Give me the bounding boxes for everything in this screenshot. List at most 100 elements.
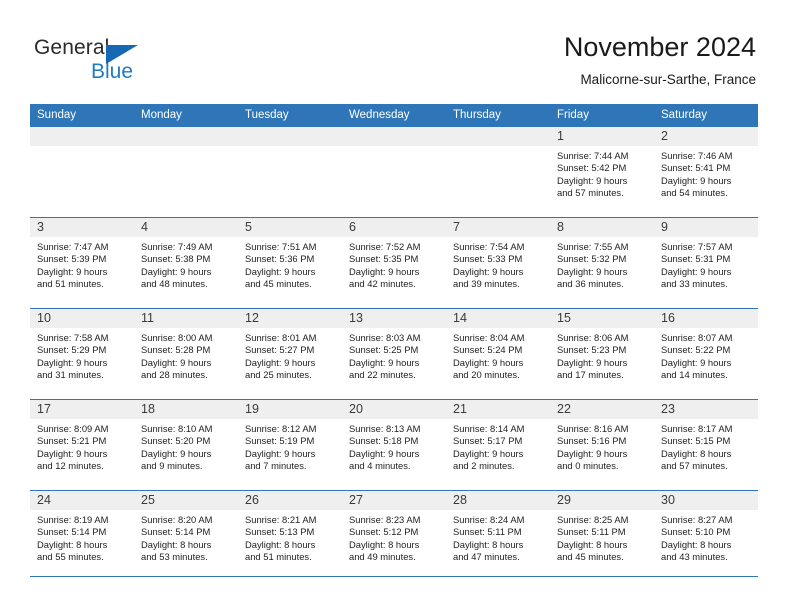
calendar-cell-empty — [446, 126, 550, 218]
calendar-day-cell[interactable]: 11 Sunrise: 8:00 AM Sunset: 5:28 PM Dayligh… — [134, 308, 238, 400]
sunrise-time: Sunrise: 8:00 AM — [141, 332, 213, 343]
day-number: 5 — [238, 218, 342, 237]
daylight-duration-line1: Daylight: 9 hours — [557, 356, 628, 368]
calendar-cell-empty — [342, 126, 446, 218]
sunset-time: Sunset: 5:39 PM — [37, 253, 107, 265]
calendar-day-cell[interactable]: 20 Sunrise: 8:13 AM Sunset: 5:18 PM Dayligh… — [342, 399, 446, 491]
sunrise-time: Sunrise: 7:47 AM — [37, 241, 109, 252]
day-number: 16 — [654, 309, 758, 328]
calendar-day-cell[interactable]: 14 Sunrise: 8:04 AM Sunset: 5:24 PM Dayligh… — [446, 308, 550, 400]
daylight-duration-line2: and 45 minutes. — [557, 551, 624, 563]
day-number: 11 — [134, 309, 238, 328]
daylight-duration-line2: and 33 minutes. — [661, 278, 728, 290]
calendar-day-cell[interactable]: 21 Sunrise: 8:14 AM Sunset: 5:17 PM Dayligh… — [446, 399, 550, 491]
calendar-day-cell[interactable]: 25 Sunrise: 8:20 AM Sunset: 5:14 PM Dayligh… — [134, 490, 238, 581]
day-details: Sunrise: 8:09 AM Sunset: 5:21 PM Daylight:… — [30, 419, 134, 473]
day-number: 2 — [654, 127, 758, 146]
day-number: 28 — [446, 491, 550, 510]
calendar-day-cell[interactable]: 16 Sunrise: 8:07 AM Sunset: 5:22 PM Dayligh… — [654, 308, 758, 400]
calendar-day-cell[interactable]: 2 Sunrise: 7:46 AM Sunset: 5:41 PM Daylight… — [654, 126, 758, 218]
calendar-day-cell[interactable]: 7 Sunrise: 7:54 AM Sunset: 5:33 PM Daylight… — [446, 217, 550, 309]
sunrise-time: Sunrise: 7:46 AM — [661, 150, 733, 161]
day-number: 23 — [654, 400, 758, 419]
calendar-day-cell[interactable]: 26 Sunrise: 8:21 AM Sunset: 5:13 PM Dayligh… — [238, 490, 342, 581]
day-details: Sunrise: 8:04 AM Sunset: 5:24 PM Daylight:… — [446, 328, 550, 382]
daylight-duration-line1: Daylight: 9 hours — [245, 356, 316, 368]
daylight-duration-line2: and 43 minutes. — [661, 551, 728, 563]
sunrise-time: Sunrise: 8:19 AM — [37, 514, 109, 525]
calendar-page: General Blue November 2024 Malicorne-sur… — [0, 0, 792, 612]
sunset-time: Sunset: 5:19 PM — [245, 435, 315, 447]
calendar-day-cell[interactable]: 30 Sunrise: 8:27 AM Sunset: 5:10 PM Dayligh… — [654, 490, 758, 581]
daylight-duration-line1: Daylight: 8 hours — [37, 538, 108, 550]
page-header: General Blue November 2024 Malicorne-sur… — [0, 0, 792, 104]
daylight-duration-line1: Daylight: 9 hours — [557, 174, 628, 186]
day-details: Sunrise: 8:20 AM Sunset: 5:14 PM Daylight:… — [134, 510, 238, 564]
sunrise-time: Sunrise: 8:20 AM — [141, 514, 213, 525]
day-number: 8 — [550, 218, 654, 237]
calendar-day-cell[interactable]: 17 Sunrise: 8:09 AM Sunset: 5:21 PM Dayligh… — [30, 399, 134, 491]
weekday-header-friday: Friday — [550, 104, 654, 127]
daylight-duration-line2: and 47 minutes. — [453, 551, 520, 563]
calendar-day-cell[interactable]: 28 Sunrise: 8:24 AM Sunset: 5:11 PM Dayligh… — [446, 490, 550, 581]
day-number: 22 — [550, 400, 654, 419]
day-number: 4 — [134, 218, 238, 237]
day-details: Sunrise: 7:54 AM Sunset: 5:33 PM Daylight:… — [446, 237, 550, 291]
sunset-time: Sunset: 5:38 PM — [141, 253, 211, 265]
calendar-day-cell[interactable]: 27 Sunrise: 8:23 AM Sunset: 5:12 PM Dayligh… — [342, 490, 446, 581]
sunrise-time: Sunrise: 8:16 AM — [557, 423, 629, 434]
sunrise-time: Sunrise: 8:27 AM — [661, 514, 733, 525]
calendar-week-row: 1 Sunrise: 7:44 AM Sunset: 5:42 PM Daylight… — [30, 126, 758, 218]
calendar-day-cell[interactable]: 19 Sunrise: 8:12 AM Sunset: 5:19 PM Dayligh… — [238, 399, 342, 491]
day-number — [134, 127, 238, 146]
calendar-day-cell[interactable]: 8 Sunrise: 7:55 AM Sunset: 5:32 PM Daylight… — [550, 217, 654, 309]
day-details: Sunrise: 8:23 AM Sunset: 5:12 PM Daylight:… — [342, 510, 446, 564]
day-number — [30, 127, 134, 146]
calendar-day-cell[interactable]: 22 Sunrise: 8:16 AM Sunset: 5:16 PM Dayligh… — [550, 399, 654, 491]
brand-logo[interactable]: General Blue — [34, 36, 214, 90]
day-details: Sunrise: 8:21 AM Sunset: 5:13 PM Daylight:… — [238, 510, 342, 564]
sunrise-time: Sunrise: 7:44 AM — [557, 150, 629, 161]
sunset-time: Sunset: 5:42 PM — [557, 162, 627, 174]
daylight-duration-line2: and 4 minutes. — [349, 460, 411, 472]
day-cell-inner: 1 Sunrise: 7:44 AM Sunset: 5:42 PM Daylight… — [550, 127, 654, 217]
page-title: November 2024 — [563, 32, 756, 62]
sunrise-time: Sunrise: 8:23 AM — [349, 514, 421, 525]
calendar-day-cell[interactable]: 1 Sunrise: 7:44 AM Sunset: 5:42 PM Daylight… — [550, 126, 654, 218]
sunrise-time: Sunrise: 8:10 AM — [141, 423, 213, 434]
daylight-duration-line2: and 14 minutes. — [661, 369, 728, 381]
calendar-day-cell[interactable]: 12 Sunrise: 8:01 AM Sunset: 5:27 PM Dayligh… — [238, 308, 342, 400]
location-subtitle: Malicorne-sur-Sarthe, France — [580, 72, 756, 87]
calendar-day-cell[interactable]: 5 Sunrise: 7:51 AM Sunset: 5:36 PM Daylight… — [238, 217, 342, 309]
calendar-day-cell[interactable]: 15 Sunrise: 8:06 AM Sunset: 5:23 PM Dayligh… — [550, 308, 654, 400]
calendar-day-cell[interactable]: 6 Sunrise: 7:52 AM Sunset: 5:35 PM Daylight… — [342, 217, 446, 309]
calendar-day-cell[interactable]: 9 Sunrise: 7:57 AM Sunset: 5:31 PM Daylight… — [654, 217, 758, 309]
day-details: Sunrise: 7:58 AM Sunset: 5:29 PM Daylight:… — [30, 328, 134, 382]
calendar-day-cell[interactable]: 3 Sunrise: 7:47 AM Sunset: 5:39 PM Daylight… — [30, 217, 134, 309]
sunrise-time: Sunrise: 7:52 AM — [349, 241, 421, 252]
daylight-duration-line2: and 57 minutes. — [557, 187, 624, 199]
daylight-duration-line1: Daylight: 8 hours — [141, 538, 212, 550]
calendar-day-cell[interactable]: 10 Sunrise: 7:58 AM Sunset: 5:29 PM Dayligh… — [30, 308, 134, 400]
calendar-day-cell[interactable]: 24 Sunrise: 8:19 AM Sunset: 5:14 PM Dayligh… — [30, 490, 134, 581]
day-details: Sunrise: 7:52 AM Sunset: 5:35 PM Daylight:… — [342, 237, 446, 291]
calendar-day-cell[interactable]: 13 Sunrise: 8:03 AM Sunset: 5:25 PM Dayligh… — [342, 308, 446, 400]
calendar-day-cell[interactable]: 18 Sunrise: 8:10 AM Sunset: 5:20 PM Dayligh… — [134, 399, 238, 491]
day-number: 24 — [30, 491, 134, 510]
day-details: Sunrise: 7:44 AM Sunset: 5:42 PM Daylight:… — [550, 146, 654, 200]
calendar-day-cell[interactable]: 23 Sunrise: 8:17 AM Sunset: 5:15 PM Dayligh… — [654, 399, 758, 491]
sunset-time: Sunset: 5:17 PM — [453, 435, 523, 447]
day-details: Sunrise: 8:25 AM Sunset: 5:11 PM Daylight:… — [550, 510, 654, 564]
daylight-duration-line2: and 39 minutes. — [453, 278, 520, 290]
day-number: 30 — [654, 491, 758, 510]
sunrise-time: Sunrise: 8:06 AM — [557, 332, 629, 343]
daylight-duration-line1: Daylight: 9 hours — [245, 447, 316, 459]
day-number: 26 — [238, 491, 342, 510]
calendar-day-cell[interactable]: 4 Sunrise: 7:49 AM Sunset: 5:38 PM Daylight… — [134, 217, 238, 309]
calendar-day-cell[interactable]: 29 Sunrise: 8:25 AM Sunset: 5:11 PM Dayligh… — [550, 490, 654, 581]
daylight-duration-line2: and 49 minutes. — [349, 551, 416, 563]
sunset-time: Sunset: 5:27 PM — [245, 344, 315, 356]
calendar-week-row: 10 Sunrise: 7:58 AM Sunset: 5:29 PM Dayligh… — [30, 308, 758, 400]
day-cell-inner: 12 Sunrise: 8:01 AM Sunset: 5:27 PM Dayligh… — [238, 309, 342, 399]
daylight-duration-line1: Daylight: 8 hours — [661, 538, 732, 550]
